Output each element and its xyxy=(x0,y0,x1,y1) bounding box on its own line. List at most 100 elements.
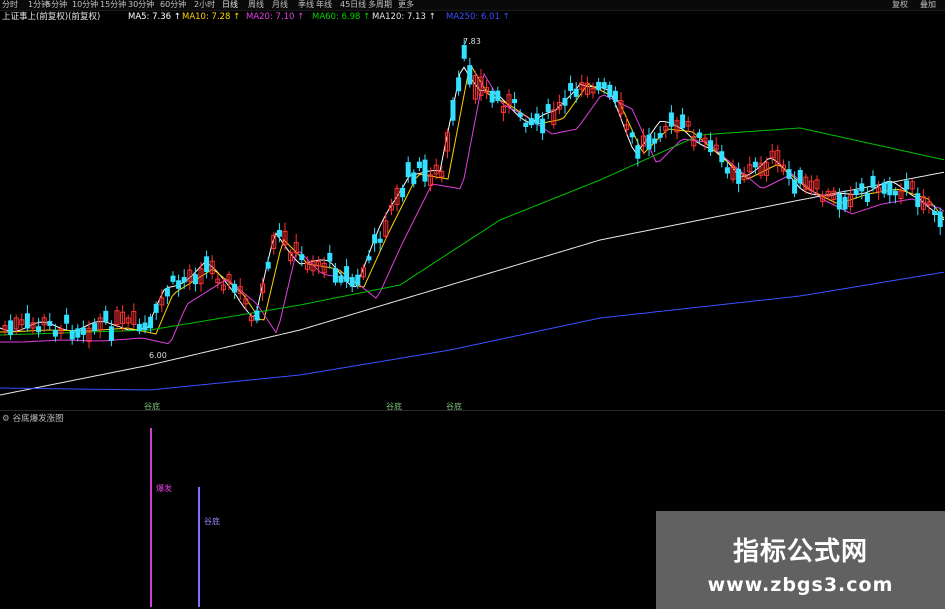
candle-body xyxy=(461,44,467,59)
candle-body xyxy=(545,104,551,112)
panel-divider xyxy=(0,410,945,411)
candle-body xyxy=(601,82,607,89)
candle-body xyxy=(708,140,714,153)
candle-body xyxy=(148,316,154,329)
candle-body xyxy=(786,169,792,179)
candle-body xyxy=(276,230,282,237)
candle-body xyxy=(528,118,534,126)
candle-body xyxy=(915,193,921,208)
signal-label: 谷底 xyxy=(446,402,462,411)
candle-body xyxy=(405,162,411,178)
candle-body xyxy=(517,112,523,118)
candle-body xyxy=(170,275,176,282)
candle-body xyxy=(92,323,98,331)
candle-body xyxy=(892,190,898,196)
candle-body xyxy=(596,81,602,91)
candle-body xyxy=(366,256,372,261)
candle-body xyxy=(24,313,30,329)
candle-body xyxy=(349,277,355,287)
candle-body xyxy=(752,161,758,168)
candle-body xyxy=(836,193,842,210)
ma20-line xyxy=(0,72,945,345)
candle-body xyxy=(204,256,210,273)
candle-body xyxy=(136,323,142,332)
candle-body xyxy=(562,97,568,106)
candle-body xyxy=(797,169,803,184)
candle-body xyxy=(736,168,742,184)
candle-body xyxy=(372,234,378,244)
candle-body xyxy=(355,274,361,285)
candle-body xyxy=(450,100,456,121)
candle-body xyxy=(629,132,635,138)
candle-body xyxy=(416,161,422,169)
watermark-title: 指标公式网 xyxy=(732,537,868,567)
candle-body xyxy=(864,192,870,202)
low-price-label: 6.00 xyxy=(149,351,167,360)
candle-body xyxy=(792,179,798,194)
candle-body xyxy=(254,310,260,321)
candle-body xyxy=(75,328,81,338)
candle-body xyxy=(52,329,58,337)
candle-body xyxy=(344,266,350,282)
candle-body xyxy=(332,268,338,283)
candle-body xyxy=(338,275,344,283)
candle-body xyxy=(887,182,893,196)
candle-body xyxy=(657,133,663,138)
candle-body xyxy=(853,189,859,195)
candle-body xyxy=(859,183,865,192)
candle-body xyxy=(607,84,613,98)
candle-body xyxy=(668,112,674,127)
signal-label: 谷底 xyxy=(144,402,160,411)
candle-body xyxy=(652,138,658,144)
ma10-line xyxy=(0,66,945,335)
candle-body xyxy=(881,182,887,194)
candle-body xyxy=(47,321,53,327)
candle-body xyxy=(512,99,518,104)
gear-icon[interactable]: ⚙ xyxy=(2,414,10,424)
candle-body xyxy=(646,134,652,150)
high-price-label: 7.83 xyxy=(463,37,481,46)
candle-body xyxy=(904,180,910,190)
candle-body xyxy=(635,145,641,159)
candle-body xyxy=(400,187,406,198)
signal-label: 谷底 xyxy=(386,402,402,411)
candle-body xyxy=(573,88,579,97)
candle-body xyxy=(842,196,848,210)
candle-body xyxy=(696,132,702,138)
candle-body xyxy=(495,90,501,101)
candle-body xyxy=(8,320,14,335)
candle-body xyxy=(176,280,182,289)
candle-body xyxy=(540,118,546,134)
candle-body xyxy=(108,326,114,341)
candle-body xyxy=(523,122,529,127)
ma60-line xyxy=(0,127,945,336)
candle-body xyxy=(377,238,383,243)
candle-body xyxy=(299,254,305,261)
candle-body xyxy=(489,90,495,103)
candle-body xyxy=(265,261,271,269)
ma120-line xyxy=(0,171,945,396)
candle-body xyxy=(422,159,428,182)
candle-body xyxy=(36,326,42,333)
watermark: 指标公式网 www.zbgs3.com xyxy=(656,511,945,609)
candle-body xyxy=(103,310,109,322)
valley-bar-label: 谷底 xyxy=(204,517,220,526)
candle-body xyxy=(937,211,943,228)
candle-body xyxy=(164,288,170,297)
candle-body xyxy=(80,327,86,335)
candle-body xyxy=(192,274,198,285)
candle-body xyxy=(456,77,462,92)
candle-body xyxy=(467,65,473,85)
burst-bar-label: 爆发 xyxy=(156,484,172,493)
candle-body xyxy=(680,114,686,129)
candle-body xyxy=(612,90,618,102)
candle-body xyxy=(534,113,540,125)
watermark-url: www.zbgs3.com xyxy=(707,574,894,596)
candle-body xyxy=(932,210,938,216)
candle-body xyxy=(411,172,417,185)
candle-body xyxy=(64,314,70,324)
candle-body xyxy=(719,151,725,163)
candle-body xyxy=(153,303,159,313)
candle-body xyxy=(69,330,75,340)
candle-body xyxy=(568,83,574,91)
